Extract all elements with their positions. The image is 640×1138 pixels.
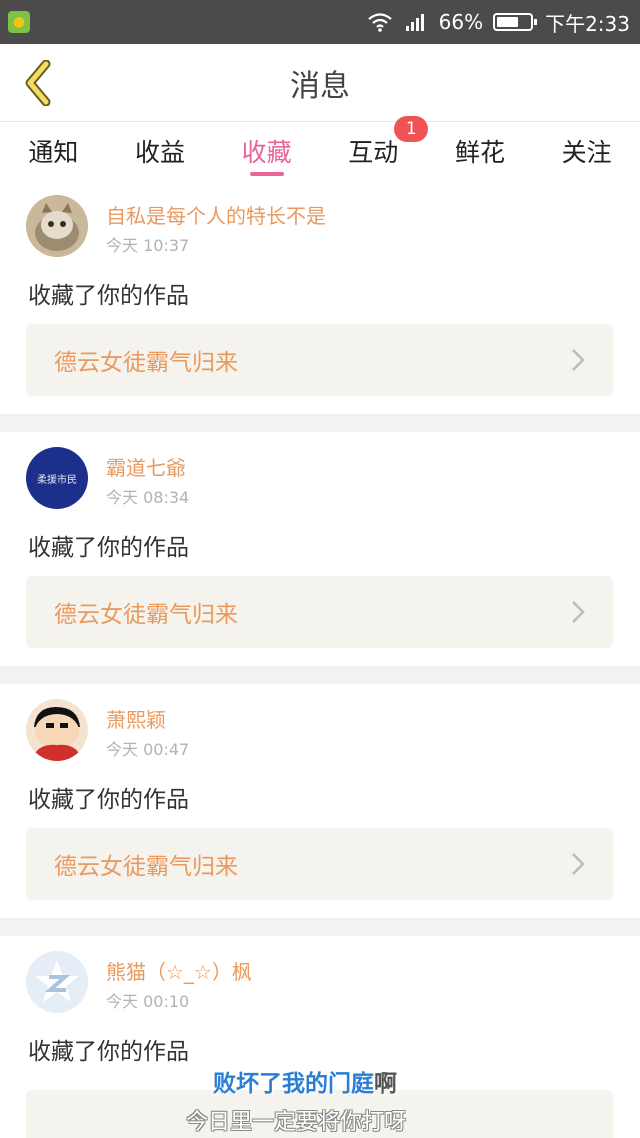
tab-label: 收藏 xyxy=(241,138,292,167)
timestamp: 今天 10:37 xyxy=(106,236,190,255)
message-card: 萧熙颖 今天 00:47 收藏了你的作品 德云女徒霸气归来 xyxy=(0,684,640,918)
avatar[interactable] xyxy=(26,951,88,1013)
message-card: 柔援市民 霸道七爺 今天 08:34 收藏了你的作品 德云女徒霸气归来 xyxy=(0,432,640,666)
battery-percent: 66% xyxy=(438,10,484,34)
timestamp: 今天 00:47 xyxy=(106,740,190,759)
wifi-icon xyxy=(367,12,393,32)
cell-signal-icon xyxy=(405,12,427,32)
tab-bar: 通知 收益 收藏 互动 1 鲜花 关注 xyxy=(0,116,640,180)
message-card: 自私是每个人的特长不是 今天 10:37 收藏了你的作品 德云女徒霸气归来 xyxy=(0,180,640,414)
chevron-right-icon xyxy=(572,349,585,371)
avatar[interactable]: 柔援市民 xyxy=(26,447,88,509)
work-link[interactable]: 德云女徒霸气归来 xyxy=(26,576,613,648)
work-link[interactable]: 德云女徒霸气归来 xyxy=(26,324,613,396)
back-button[interactable] xyxy=(18,60,58,106)
battery-icon xyxy=(493,13,538,31)
work-title: 德云女徒霸气归来 xyxy=(54,854,238,880)
username[interactable]: 自私是每个人的特长不是 xyxy=(106,200,326,229)
tab-notifications[interactable]: 通知 xyxy=(24,122,82,180)
tab-following[interactable]: 关注 xyxy=(558,122,616,180)
overlay-caption-line1: 败坏了我的门庭啊 xyxy=(213,1064,397,1098)
caption-tail: 啊 xyxy=(374,1071,397,1097)
username[interactable]: 霸道七爺 xyxy=(106,452,186,481)
avatar[interactable] xyxy=(26,195,88,257)
overlay-caption-line2: 今日里一定要将你打呀 xyxy=(186,1110,407,1135)
message-list: 自私是每个人的特长不是 今天 10:37 收藏了你的作品 德云女徒霸气归来 柔援… xyxy=(0,180,640,1138)
status-bar: ● 66% 下午2:33 xyxy=(0,0,640,44)
chevron-right-icon xyxy=(572,853,585,875)
action-text: 收藏了你的作品 xyxy=(28,283,189,309)
tab-label: 鲜花 xyxy=(454,138,505,167)
clock: 下午2:33 xyxy=(545,11,630,36)
app-notification-icon: ● xyxy=(8,11,30,33)
timestamp: 今天 08:34 xyxy=(106,488,190,507)
work-link[interactable]: 德云女徒霸气归来 xyxy=(26,828,613,900)
unread-badge: 1 xyxy=(394,116,429,142)
action-text: 收藏了你的作品 xyxy=(28,1039,189,1065)
avatar[interactable] xyxy=(26,699,88,761)
tab-label: 收益 xyxy=(134,138,185,167)
tab-label: 通知 xyxy=(28,138,79,167)
caption-highlight: 败坏了我的门庭 xyxy=(213,1071,374,1097)
tab-favorites[interactable]: 收藏 xyxy=(238,122,296,180)
tab-earnings[interactable]: 收益 xyxy=(131,122,189,180)
tab-interactions[interactable]: 互动 1 xyxy=(344,116,429,180)
tab-flowers[interactable]: 鲜花 xyxy=(451,122,509,180)
work-title: 德云女徒霸气归来 xyxy=(54,350,238,376)
tab-label: 关注 xyxy=(561,138,612,167)
chevron-left-icon xyxy=(25,60,51,106)
action-text: 收藏了你的作品 xyxy=(28,787,189,813)
chevron-right-icon xyxy=(572,601,585,623)
timestamp: 今天 00:10 xyxy=(106,992,190,1011)
tab-label: 互动 xyxy=(348,138,399,167)
username[interactable]: 萧熙颖 xyxy=(106,704,166,733)
username[interactable]: 熊猫（☆_☆）枫 xyxy=(106,956,252,985)
work-title: 德云女徒霸气归来 xyxy=(54,602,238,628)
avatar-text: 柔援市民 xyxy=(37,474,77,486)
header: 消息 xyxy=(0,44,640,122)
action-text: 收藏了你的作品 xyxy=(28,535,189,561)
page-title: 消息 xyxy=(290,68,350,104)
